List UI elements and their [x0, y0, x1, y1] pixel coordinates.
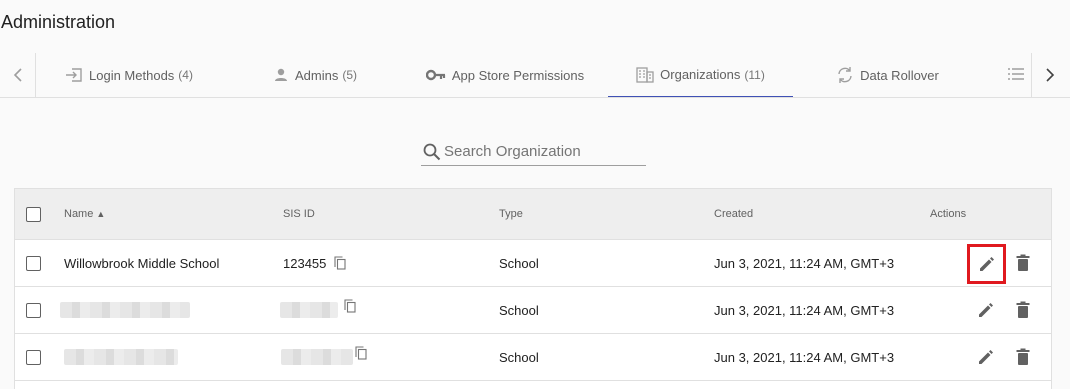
tab-scroll-left-button[interactable] — [0, 53, 36, 97]
org-type: School — [499, 349, 539, 365]
table-header: Name ▲ SIS ID Type Created Actions — [15, 189, 1051, 240]
edit-button[interactable] — [968, 334, 1004, 380]
row-checkbox[interactable] — [26, 349, 41, 365]
created-date: Jun 3, 2021, 11:24 AM, GMT+3 — [714, 302, 895, 318]
edit-button[interactable] — [968, 287, 1004, 333]
delete-button[interactable] — [1011, 334, 1035, 380]
trash-icon — [1016, 301, 1030, 318]
tab-count: (4) — [178, 68, 193, 82]
sis-id-cell — [280, 287, 356, 333]
redacted-text — [280, 302, 338, 318]
redacted-text — [64, 349, 178, 365]
chevron-left-icon — [13, 68, 22, 82]
copy-icon[interactable] — [355, 346, 367, 360]
column-header-sis-id: SIS ID — [283, 208, 315, 220]
trash-icon — [1016, 254, 1030, 271]
redacted-text — [281, 349, 353, 365]
table-row: School Jun 3, 2021, 11:24 AM, GMT+3 — [15, 287, 1051, 334]
delete-button[interactable] — [1011, 240, 1035, 286]
tab-scroll-right-button[interactable] — [1031, 53, 1067, 97]
pencil-icon — [979, 350, 993, 364]
table-row: Willowbrook Middle School 123455 School … — [15, 240, 1051, 287]
table-row: School Jun 3, 2021, 11:24 AM, GMT+3 — [15, 334, 1051, 381]
redacted-text — [60, 302, 190, 318]
row-checkbox[interactable] — [26, 302, 41, 318]
tab-admins[interactable]: Admins (5) — [255, 53, 375, 97]
tab-organizations[interactable]: Organizations (11) — [608, 53, 793, 97]
org-name: Willowbrook Middle School — [64, 255, 220, 271]
created-date: Jun 3, 2021, 11:24 AM, GMT+3 — [714, 349, 895, 365]
pencil-icon — [979, 303, 993, 317]
search-box — [421, 138, 646, 166]
tab-label: Login Methods — [89, 67, 175, 83]
copy-icon[interactable] — [344, 299, 356, 313]
sort-ascending-icon: ▲ — [96, 209, 106, 219]
tab-bar: Login Methods (4) Admins (5) App Store P… — [0, 53, 1070, 98]
tab-label: Admins — [294, 67, 339, 83]
sis-id-cell — [281, 334, 367, 380]
column-header-name[interactable]: Name ▲ — [64, 189, 105, 239]
sis-id-value: 123455 — [283, 255, 327, 271]
search-input[interactable] — [444, 143, 634, 160]
person-icon — [273, 67, 289, 83]
tab-app-store-permissions[interactable]: App Store Permissions — [410, 53, 600, 97]
chevron-right-icon — [1045, 68, 1054, 82]
trash-icon — [1016, 348, 1030, 365]
delete-button[interactable] — [1011, 287, 1035, 333]
tab-count: (5) — [342, 68, 358, 82]
tab-login-methods[interactable]: Login Methods (4) — [54, 53, 204, 97]
page-title: Administration — [1, 12, 116, 32]
tab-data-rollover[interactable]: Data Rollover — [820, 53, 955, 97]
organizations-table: Name ▲ SIS ID Type Created Actions Willo… — [14, 188, 1052, 389]
pencil-icon — [979, 257, 994, 271]
copy-icon[interactable] — [334, 256, 346, 270]
login-icon — [65, 67, 83, 83]
column-header-actions: Actions — [930, 208, 967, 220]
tab-count: (11) — [744, 67, 765, 82]
tab-label: Data Rollover — [860, 67, 939, 83]
column-header-created: Created — [714, 208, 754, 220]
org-type: School — [499, 255, 539, 271]
row-checkbox[interactable] — [26, 255, 41, 271]
edit-button[interactable] — [967, 244, 1006, 284]
search-icon — [423, 143, 441, 160]
list-icon — [1007, 67, 1025, 86]
column-header-type: Type — [499, 208, 523, 220]
org-name-redacted — [60, 287, 190, 333]
created-date: Jun 3, 2021, 11:24 AM, GMT+3 — [714, 255, 895, 271]
sis-id-cell: 123455 — [283, 240, 346, 286]
org-name-redacted — [64, 334, 178, 380]
tab-label: App Store Permissions — [451, 67, 585, 83]
building-icon — [636, 66, 654, 83]
tab-label: Organizations — [660, 67, 741, 82]
key-icon — [425, 69, 446, 81]
select-all-checkbox[interactable] — [26, 206, 41, 222]
sync-icon — [836, 66, 854, 84]
org-type: School — [499, 302, 539, 318]
